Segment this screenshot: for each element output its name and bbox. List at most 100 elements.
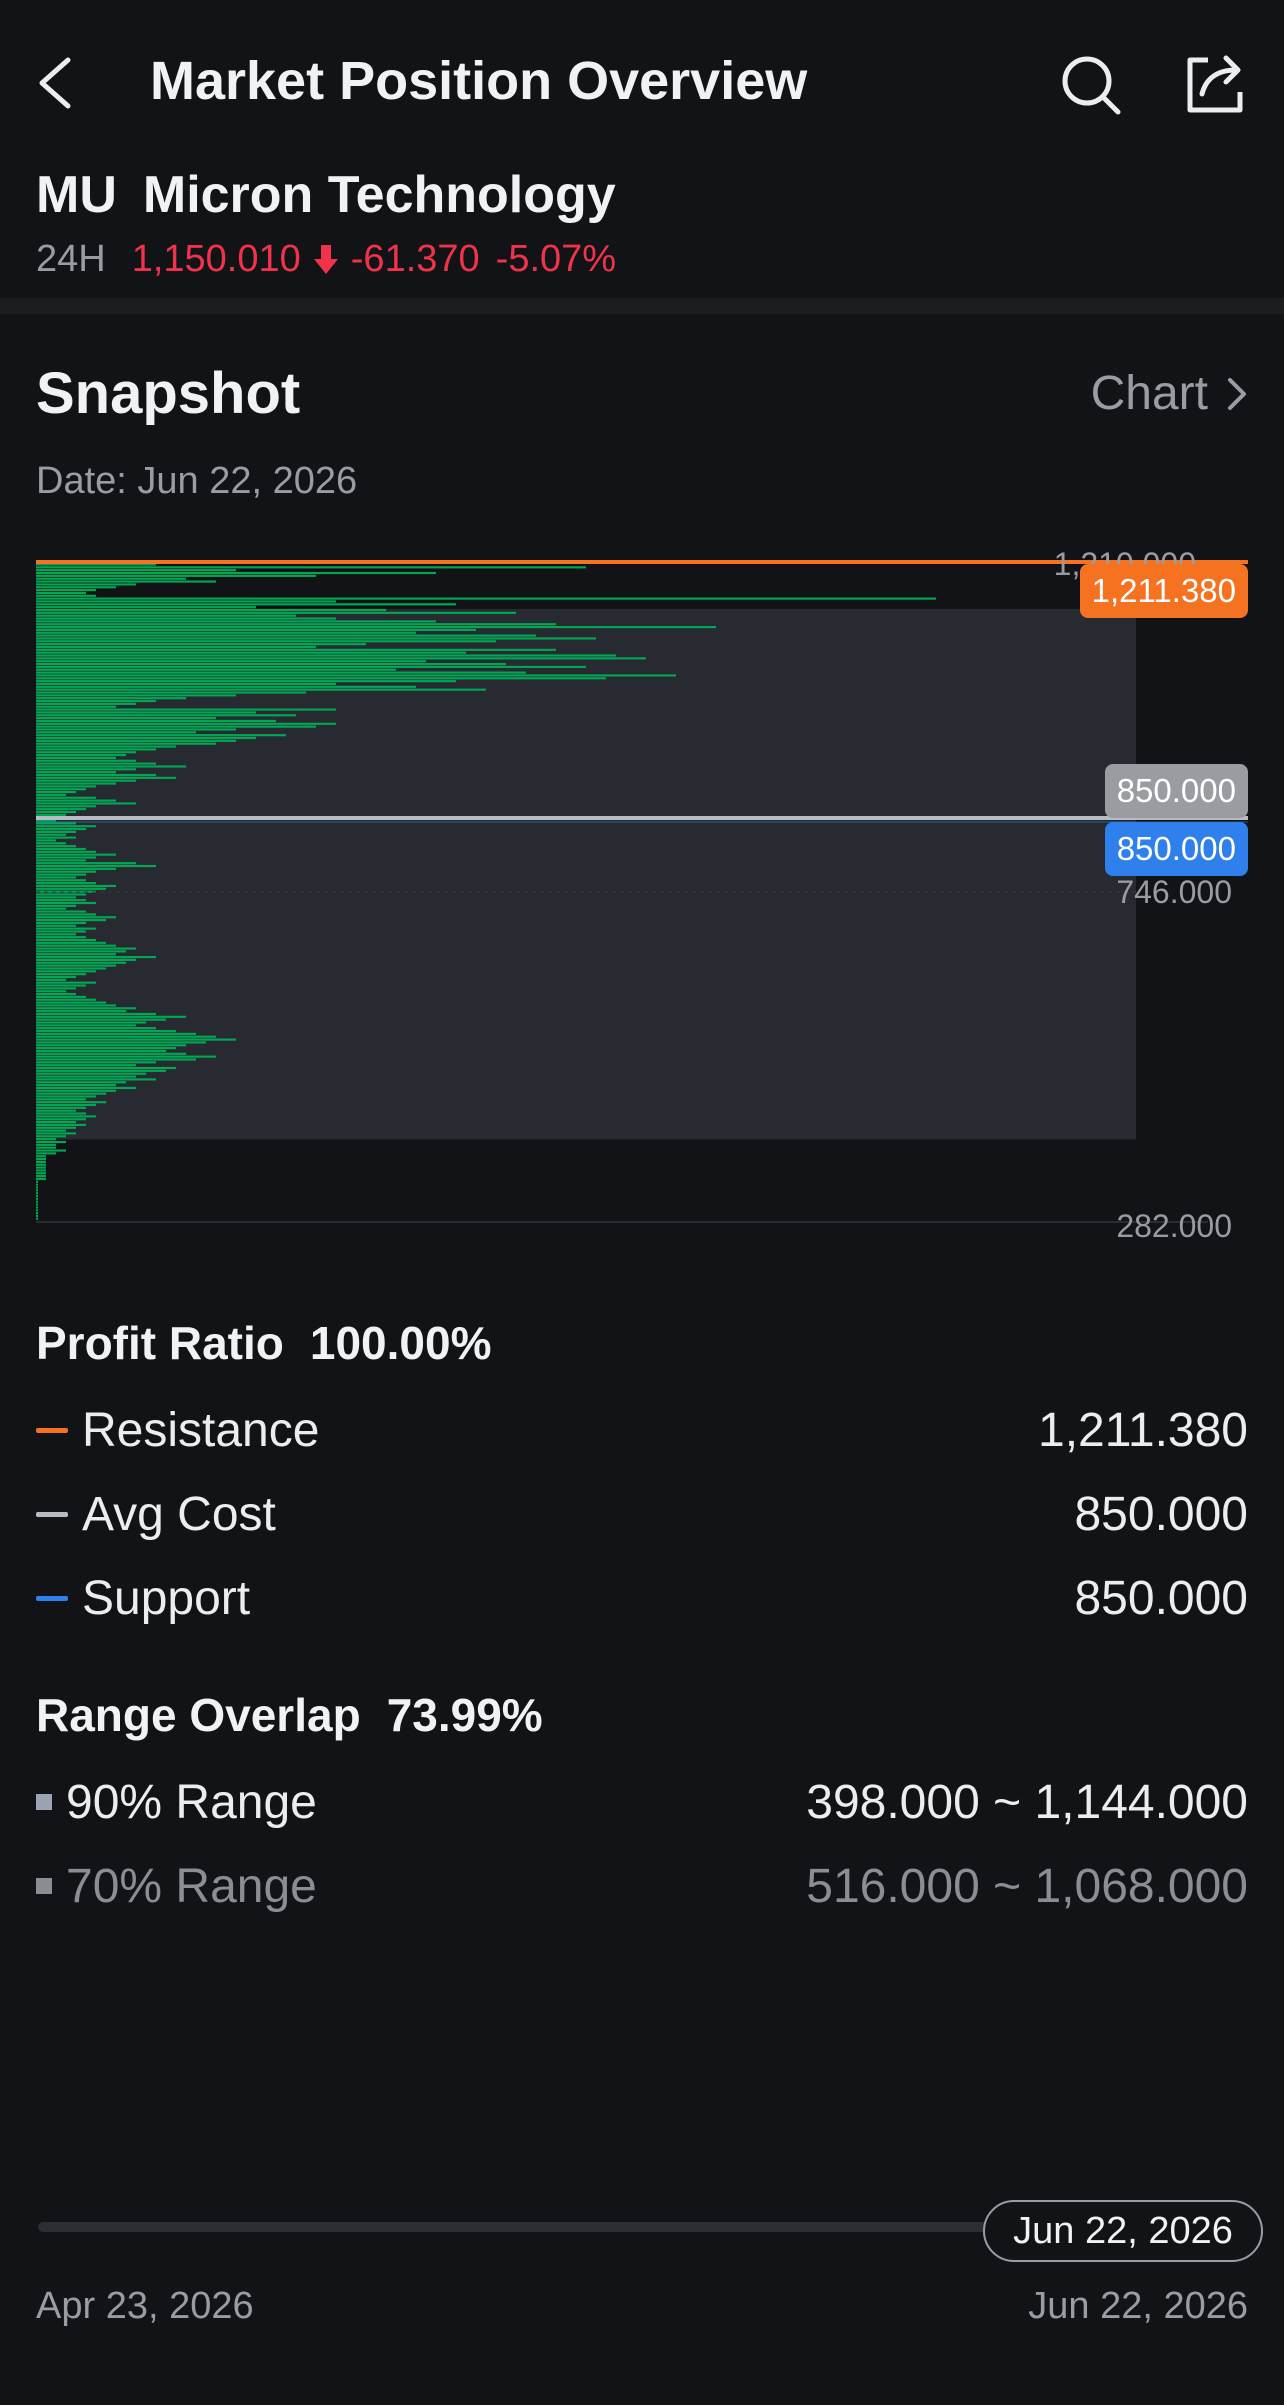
timeline-handle[interactable]: Jun 22, 2026	[983, 2200, 1263, 2262]
volume-bar	[36, 708, 336, 711]
volume-bar	[36, 864, 156, 868]
volume-bar	[36, 1012, 156, 1016]
volume-bar	[36, 1101, 106, 1104]
volume-bar	[36, 1047, 176, 1050]
volume-bar	[36, 762, 156, 765]
volume-bar	[36, 879, 86, 882]
axis-label-mid: 746.000	[1116, 874, 1232, 910]
avg-cost-label: Avg Cost	[82, 1487, 276, 1541]
search-button[interactable]	[1058, 52, 1124, 118]
volume-bar	[36, 1061, 156, 1064]
volume-bar	[36, 921, 86, 925]
chip-distribution-chart: 1,210.000 1,211.380 850.000 850.000 746.…	[36, 546, 1248, 1244]
volume-bar	[36, 1118, 86, 1121]
volume-bar	[36, 591, 86, 595]
volume-bar	[36, 899, 86, 902]
volume-bar	[36, 1183, 38, 1186]
volume-bar	[36, 1078, 156, 1081]
volume-bar	[36, 833, 66, 836]
volume-bar	[36, 1112, 86, 1115]
volume-bar	[36, 751, 136, 754]
quote-row: 24H 1,150.010 -61.370 -5.07%	[36, 238, 616, 281]
volume-bar	[36, 1129, 66, 1132]
volume-bar	[36, 626, 716, 629]
volume-bar	[36, 927, 96, 930]
volume-bar	[36, 978, 66, 981]
volume-bar	[36, 924, 76, 927]
timeline-track[interactable]	[38, 2222, 1038, 2232]
volume-bar	[36, 958, 136, 961]
volume-bar	[36, 1041, 206, 1044]
volume-bar	[36, 1143, 56, 1146]
volume-bar	[36, 1163, 46, 1166]
volume-bar	[36, 788, 86, 791]
volume-bar	[36, 1194, 38, 1198]
volume-bar	[36, 745, 176, 748]
volume-bar	[36, 674, 676, 677]
avg-cost-tag: 850.000	[1104, 764, 1248, 818]
volume-bar	[36, 916, 116, 919]
company-name: Micron Technology	[142, 166, 616, 224]
volume-bar	[36, 1123, 86, 1126]
volume-bar	[36, 796, 96, 799]
volume-bar	[36, 640, 496, 643]
resistance-label: Resistance	[82, 1403, 320, 1457]
range-90-legend-icon	[36, 1794, 52, 1810]
support-label: Support	[82, 1571, 251, 1625]
volume-bar	[36, 953, 116, 956]
timeline-start-date: Apr 23, 2026	[36, 2285, 254, 2327]
volume-bar	[36, 589, 96, 592]
volume-bar	[36, 981, 96, 984]
volume-bar	[36, 984, 86, 987]
volume-bar	[36, 725, 316, 728]
volume-bar	[36, 904, 76, 907]
volume-bar	[36, 933, 76, 936]
volume-bar	[36, 827, 86, 831]
volume-bar	[36, 574, 316, 577]
volume-bar	[36, 791, 76, 794]
avg-cost-row: Avg Cost 850.000	[36, 1484, 1248, 1544]
volume-bar	[36, 930, 86, 933]
volume-bar	[36, 665, 586, 668]
arrow-down-icon	[313, 244, 338, 274]
range-overlap-value: 73.99%	[386, 1689, 543, 1741]
volume-bar	[36, 719, 276, 723]
volume-bar	[36, 1069, 166, 1072]
volume-bar	[36, 1172, 46, 1175]
volume-bar	[36, 1032, 196, 1035]
volume-bar	[36, 873, 86, 876]
volume-bar	[36, 657, 646, 660]
volume-bar	[36, 714, 296, 717]
volume-bar	[36, 1038, 236, 1041]
volume-bar	[36, 1189, 38, 1192]
volume-bar	[36, 1086, 136, 1090]
volume-bar	[36, 623, 556, 626]
volume-bar	[36, 910, 86, 913]
volume-bar	[36, 822, 76, 825]
volume-bar	[36, 1035, 216, 1038]
volume-bar	[36, 637, 596, 640]
volume-bar	[36, 1052, 186, 1055]
volume-bar	[36, 569, 236, 572]
range-70-label: 70% Range	[66, 1859, 317, 1913]
volume-bar	[36, 1084, 116, 1087]
volume-bar	[36, 1126, 76, 1129]
price-change: -61.370	[350, 238, 480, 280]
volume-bar	[36, 802, 136, 805]
volume-bar	[36, 571, 436, 575]
back-button[interactable]	[30, 48, 90, 118]
volume-bar	[36, 603, 456, 606]
volume-bar	[36, 580, 216, 583]
share-button[interactable]	[1180, 50, 1248, 118]
volume-bar	[36, 736, 256, 740]
resistance-tag: 1,211.380	[1079, 564, 1248, 618]
volume-bar	[36, 1089, 116, 1092]
volume-bar	[36, 742, 216, 745]
volume-bar	[36, 614, 296, 617]
volume-bar	[36, 717, 216, 720]
volume-bar	[36, 961, 126, 964]
chart-link[interactable]: Chart	[1091, 366, 1248, 421]
chevron-left-icon	[39, 57, 71, 109]
volume-bar	[36, 756, 116, 760]
volume-bar	[36, 1169, 46, 1172]
